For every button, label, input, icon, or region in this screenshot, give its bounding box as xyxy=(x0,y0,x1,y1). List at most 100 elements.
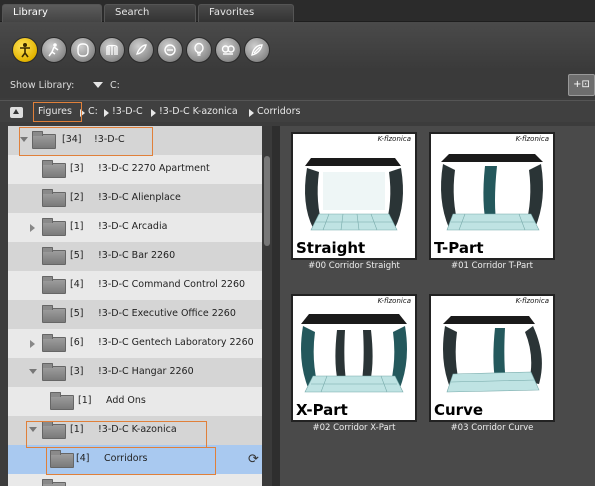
item-title: T-Part xyxy=(434,239,484,257)
folder-name: !3-D-C Command Control 2260 xyxy=(98,279,246,290)
tab-search[interactable]: Search xyxy=(104,4,196,22)
folder-count: [4] xyxy=(70,279,84,290)
item-caption: #02 Corridor X-Part xyxy=(312,423,396,433)
library-dropdown-arrow-icon[interactable] xyxy=(93,82,103,88)
tree-row[interactable]: [1] Add Ons xyxy=(8,387,262,416)
tab-library[interactable]: Library xyxy=(2,4,102,22)
tree-row[interactable]: [6] !3-D-C Gentech Laboratory 2260 xyxy=(8,329,262,358)
tab-bar: Library Search Favorites xyxy=(0,0,595,22)
tree-row[interactable]: [2] !3-D-C Alienplace xyxy=(8,184,262,213)
tree-row[interactable]: [3] !3-D-C Hangar 2260 xyxy=(8,358,262,387)
folder-name: !3-D-C 2270 Apartment xyxy=(98,163,210,174)
library-drive-value[interactable]: C: xyxy=(110,80,120,91)
item-caption: #01 Corridor T-Part xyxy=(450,261,534,271)
tree-highlight-root xyxy=(19,127,153,156)
folder-count: [6] xyxy=(70,337,84,348)
tab-favorites[interactable]: Favorites xyxy=(198,4,294,22)
tree-row[interactable]: [5] !3-D-C Bar 2260 xyxy=(8,242,262,271)
folder-name: !3-D-C Executive Office 2260 xyxy=(98,308,236,319)
item-thumbnail[interactable]: K-flzonica Curve xyxy=(429,294,555,422)
show-library-label: Show Library: xyxy=(10,80,75,91)
hands-icon[interactable] xyxy=(128,37,154,63)
item-caption: #00 Corridor Straight xyxy=(308,261,400,271)
thumbnail-brand: K-flzonica xyxy=(377,135,411,143)
folder-count: [5] xyxy=(70,250,84,261)
breadcrumb-root-highlight xyxy=(33,102,82,122)
expand-arrow-icon[interactable] xyxy=(30,340,35,348)
library-item-card[interactable]: K-flzonica Curve #03 Corridor Curve xyxy=(429,294,555,437)
folder-name: Add Ons xyxy=(106,395,146,406)
folder-icon xyxy=(42,189,66,207)
folder-count: [3] xyxy=(70,163,84,174)
tree-scrollbar[interactable] xyxy=(262,126,272,486)
content-grid: K-flzonica Straight #00 Corridor Straigh… xyxy=(280,126,595,486)
folder-icon xyxy=(50,392,74,410)
folder-icon xyxy=(42,218,66,236)
add-library-folder-icon[interactable]: +⊡ xyxy=(568,74,595,96)
tree-row[interactable]: [3] !3-D-C 2270 Apartment xyxy=(8,155,262,184)
breadcrumb: Figures C: !3-D-C !3-D-C K-azonica Corri… xyxy=(0,100,595,122)
folder-icon xyxy=(42,276,66,294)
category-toolbar xyxy=(0,22,595,70)
breadcrumb-separator-icon xyxy=(151,109,156,117)
hair-icon[interactable] xyxy=(99,37,125,63)
folder-icon xyxy=(42,247,66,265)
library-item-card[interactable]: K-flzonica Straight #00 Corridor Straigh… xyxy=(291,132,417,275)
refresh-icon[interactable]: ⟳ xyxy=(248,452,259,467)
breadcrumb-item-drive[interactable]: C: xyxy=(88,106,98,117)
breadcrumb-separator-icon xyxy=(104,109,109,117)
folder-name: !3-D-C Bar 2260 xyxy=(98,250,176,261)
corridor-curve-render xyxy=(443,316,542,393)
materials-icon[interactable] xyxy=(244,37,270,63)
item-title: X-Part xyxy=(296,401,348,419)
folder-count: [1] xyxy=(70,221,84,232)
item-title: Curve xyxy=(434,401,484,419)
library-item-card[interactable]: K-flzonica T-Part #01 Corridor T-Part xyxy=(429,132,555,275)
show-library-bar: Show Library: C: +⊡ xyxy=(0,70,595,98)
scrollbar-thumb[interactable] xyxy=(264,156,270,246)
panel-splitter[interactable] xyxy=(272,126,280,486)
folder-name: !3-D-C Gentech Laboratory 2260 xyxy=(98,337,254,348)
thumbnail-brand: K-flzonica xyxy=(515,135,549,143)
expressions-icon[interactable] xyxy=(70,37,96,63)
up-folder-icon[interactable] xyxy=(10,107,23,118)
breadcrumb-separator-icon xyxy=(249,109,254,117)
tree-row-partial xyxy=(8,474,262,486)
folder-name: !3-D-C Arcadia xyxy=(98,221,168,232)
folder-icon xyxy=(42,363,66,381)
corridor-xpart-render xyxy=(301,314,407,393)
folder-icon xyxy=(42,479,66,486)
folder-name: !3-D-C Hangar 2260 xyxy=(98,366,194,377)
folder-count: [5] xyxy=(70,308,84,319)
tree-highlight-corridors xyxy=(46,447,216,475)
figures-icon[interactable] xyxy=(12,37,38,63)
thumbnail-brand: K-flzonica xyxy=(377,297,411,305)
thumbnail-brand: K-flzonica xyxy=(515,297,549,305)
tree-highlight-kazonica xyxy=(26,421,207,448)
item-title: Straight xyxy=(296,239,366,257)
folder-count: [3] xyxy=(70,366,84,377)
folder-icon xyxy=(42,305,66,323)
cameras-icon[interactable] xyxy=(215,37,241,63)
props-icon[interactable] xyxy=(157,37,183,63)
tree-row[interactable]: [5] !3-D-C Executive Office 2260 xyxy=(8,300,262,329)
item-caption: #03 Corridor Curve xyxy=(450,423,534,433)
expand-arrow-icon[interactable] xyxy=(30,224,35,232)
breadcrumb-item-corridors[interactable]: Corridors xyxy=(257,106,300,117)
lights-icon[interactable] xyxy=(186,37,212,63)
collapse-arrow-icon[interactable] xyxy=(29,369,37,374)
library-item-card[interactable]: K-flzonica X-Part #02 Corridor X-Part xyxy=(291,294,417,437)
item-thumbnail[interactable]: K-flzonica T-Part xyxy=(429,132,555,260)
breadcrumb-item-kazonica[interactable]: !3-D-C K-azonica xyxy=(159,106,238,117)
tree-row[interactable]: [1] !3-D-C Arcadia xyxy=(8,213,262,242)
item-thumbnail[interactable]: K-flzonica X-Part xyxy=(291,294,417,422)
tree-row[interactable]: [4] !3-D-C Command Control 2260 xyxy=(8,271,262,300)
poses-icon[interactable] xyxy=(41,37,67,63)
item-thumbnail[interactable]: K-flzonica Straight xyxy=(291,132,417,260)
library-panel: Library Search Favorites Show Library: C… xyxy=(0,0,595,486)
folder-icon xyxy=(42,334,66,352)
folder-icon xyxy=(42,160,66,178)
folder-count: [1] xyxy=(78,395,92,406)
breadcrumb-item-3dc[interactable]: !3-D-C xyxy=(112,106,143,117)
folder-name: !3-D-C Alienplace xyxy=(98,192,181,203)
